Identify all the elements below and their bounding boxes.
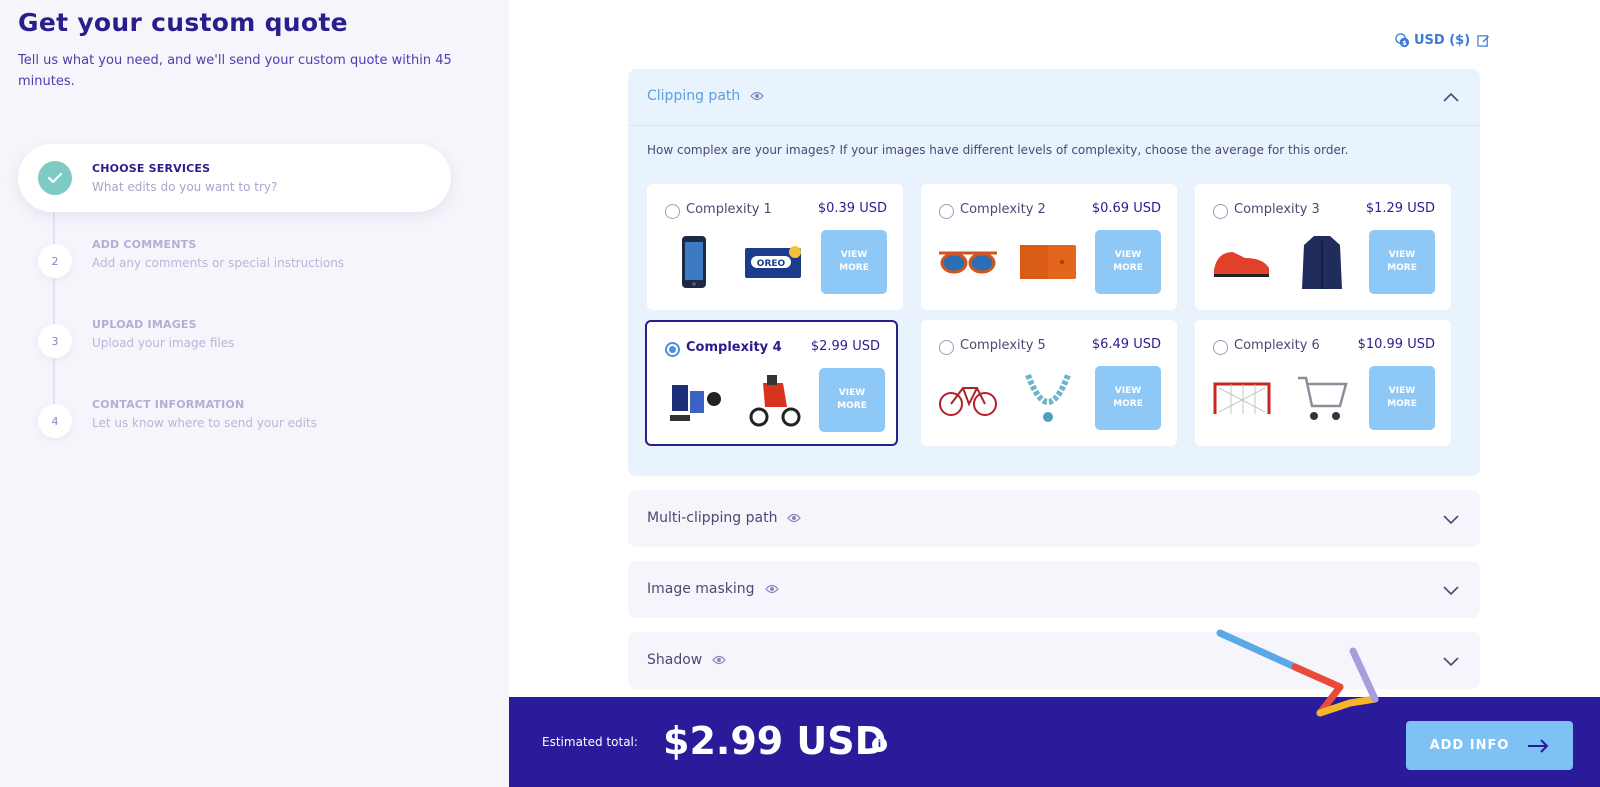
- radio-button[interactable]: [1213, 204, 1228, 219]
- step-title: ADD COMMENTS: [92, 238, 197, 251]
- bicycle-thumbnail: [935, 366, 1001, 430]
- service-shadow[interactable]: Shadow: [628, 632, 1480, 689]
- option-price: $0.39 USD: [817, 201, 887, 216]
- page-title: Get your custom quote: [18, 8, 348, 37]
- coat-thumbnail: [1289, 230, 1355, 294]
- radio-button[interactable]: [939, 340, 954, 355]
- step-add-comments[interactable]: 2 ADD COMMENTS Add any comments or speci…: [18, 238, 418, 288]
- complexity-option-4[interactable]: Complexity 4 $2.99 USD VIEW MORE: [645, 320, 898, 446]
- eye-icon[interactable]: [712, 655, 727, 665]
- step-desc: Upload your image files: [92, 336, 235, 350]
- left-panel: Get your custom quote Tell us what you n…: [0, 0, 509, 787]
- step-choose-services[interactable]: CHOOSE SERVICES What edits do you want t…: [18, 144, 451, 212]
- eye-icon[interactable]: [787, 513, 802, 523]
- option-price: $0.69 USD: [1091, 201, 1161, 216]
- coin-icon: $: [1395, 33, 1410, 47]
- shopping-cart-thumbnail: [1289, 366, 1355, 430]
- cookie-box-thumbnail: OREO: [741, 230, 807, 294]
- complexity-option-3[interactable]: Complexity 3 $1.29 USD VIEW MORE: [1195, 184, 1451, 310]
- estimate-bar: Estimated total: $2.99 USD i ADD INFO: [509, 697, 1600, 787]
- page-subtitle: Tell us what you need, and we'll send yo…: [18, 53, 452, 89]
- chevron-up-icon[interactable]: [1442, 91, 1460, 103]
- check-icon: [38, 161, 72, 195]
- complexity-option-5[interactable]: Complexity 5 $6.49 USD VIEW MORE: [921, 320, 1177, 446]
- option-name: Complexity 6: [1234, 338, 1320, 353]
- view-more-button[interactable]: VIEW MORE: [1095, 366, 1161, 430]
- view-more-button[interactable]: VIEW MORE: [1369, 366, 1435, 430]
- complexity-option-6[interactable]: Complexity 6 $10.99 USD VIEW MORE: [1195, 320, 1451, 446]
- view-more-button[interactable]: VIEW MORE: [819, 368, 885, 432]
- complexity-option-1[interactable]: Complexity 1 $0.39 USD OREO VIEW MORE: [647, 184, 903, 310]
- service-multi-clipping-path[interactable]: Multi-clipping path: [628, 490, 1480, 547]
- option-price: $6.49 USD: [1091, 337, 1161, 352]
- step-title: CHOOSE SERVICES: [92, 162, 211, 175]
- smartphone-thumbnail: [661, 230, 727, 294]
- view-more-button[interactable]: VIEW MORE: [1095, 230, 1161, 294]
- option-name: Complexity 1: [686, 202, 772, 217]
- step-upload-images[interactable]: 3 UPLOAD IMAGES Upload your image files: [18, 318, 418, 368]
- service-clipping-path: Clipping path How complex are your image…: [628, 69, 1480, 476]
- estimated-total-value: $2.99 USD: [663, 719, 887, 763]
- chevron-down-icon[interactable]: [1442, 513, 1460, 525]
- step-contact-information[interactable]: 4 CONTACT INFORMATION Let us know where …: [18, 398, 418, 448]
- step-number: 4: [38, 404, 72, 438]
- steps-connector: [53, 200, 55, 425]
- complexity-question: How complex are your images? If your ima…: [647, 143, 1349, 157]
- necklace-thumbnail: [1015, 366, 1081, 430]
- radio-button[interactable]: [1213, 340, 1228, 355]
- step-desc: What edits do you want to try?: [92, 180, 278, 194]
- arrow-right-icon: [1528, 738, 1549, 753]
- step-desc: Let us know where to send your edits: [92, 416, 317, 430]
- sunglasses-thumbnail: [935, 230, 1001, 294]
- step-number: 2: [38, 244, 72, 278]
- service-header[interactable]: Clipping path: [628, 69, 1480, 126]
- view-more-button[interactable]: VIEW MORE: [821, 230, 887, 294]
- hockey-net-thumbnail: [1209, 366, 1275, 430]
- service-title: Clipping path: [647, 88, 741, 104]
- option-price: $2.99 USD: [810, 339, 880, 354]
- add-info-label: ADD INFO: [1429, 738, 1510, 753]
- eye-icon[interactable]: [750, 91, 765, 101]
- estimated-total-label: Estimated total:: [542, 735, 638, 749]
- radio-button[interactable]: [665, 204, 680, 219]
- chevron-down-icon[interactable]: [1442, 655, 1460, 667]
- view-more-button[interactable]: VIEW MORE: [1369, 230, 1435, 294]
- eye-icon[interactable]: [764, 584, 779, 594]
- info-icon[interactable]: i: [872, 737, 887, 752]
- service-title: Shadow: [647, 652, 703, 668]
- svg-text:OREO: OREO: [757, 259, 786, 269]
- sports-gear-thumbnail: [661, 368, 727, 432]
- edit-icon: [1477, 35, 1490, 47]
- service-title: Image masking: [647, 581, 755, 597]
- service-image-masking[interactable]: Image masking: [628, 561, 1480, 618]
- wallet-thumbnail: [1015, 230, 1081, 294]
- sneaker-thumbnail: [1209, 230, 1275, 294]
- chevron-down-icon[interactable]: [1442, 584, 1460, 596]
- option-price: $1.29 USD: [1365, 201, 1435, 216]
- tricycle-thumbnail: [741, 368, 807, 432]
- radio-button-selected[interactable]: [665, 342, 680, 357]
- step-desc: Add any comments or special instructions: [92, 256, 345, 270]
- step-number: 3: [38, 324, 72, 358]
- add-info-button[interactable]: ADD INFO: [1406, 721, 1573, 770]
- radio-button[interactable]: [939, 204, 954, 219]
- svg-text:$: $: [1402, 39, 1407, 47]
- service-title: Multi-clipping path: [647, 510, 778, 526]
- option-name: Complexity 2: [960, 202, 1046, 217]
- option-price: $10.99 USD: [1357, 337, 1435, 352]
- option-name: Complexity 4: [686, 340, 782, 355]
- step-title: CONTACT INFORMATION: [92, 398, 245, 411]
- currency-selector[interactable]: $ USD ($): [1395, 33, 1490, 48]
- option-name: Complexity 5: [960, 338, 1046, 353]
- option-name: Complexity 3: [1234, 202, 1320, 217]
- currency-label: USD ($): [1414, 33, 1471, 48]
- complexity-option-2[interactable]: Complexity 2 $0.69 USD VIEW MORE: [921, 184, 1177, 310]
- step-title: UPLOAD IMAGES: [92, 318, 197, 331]
